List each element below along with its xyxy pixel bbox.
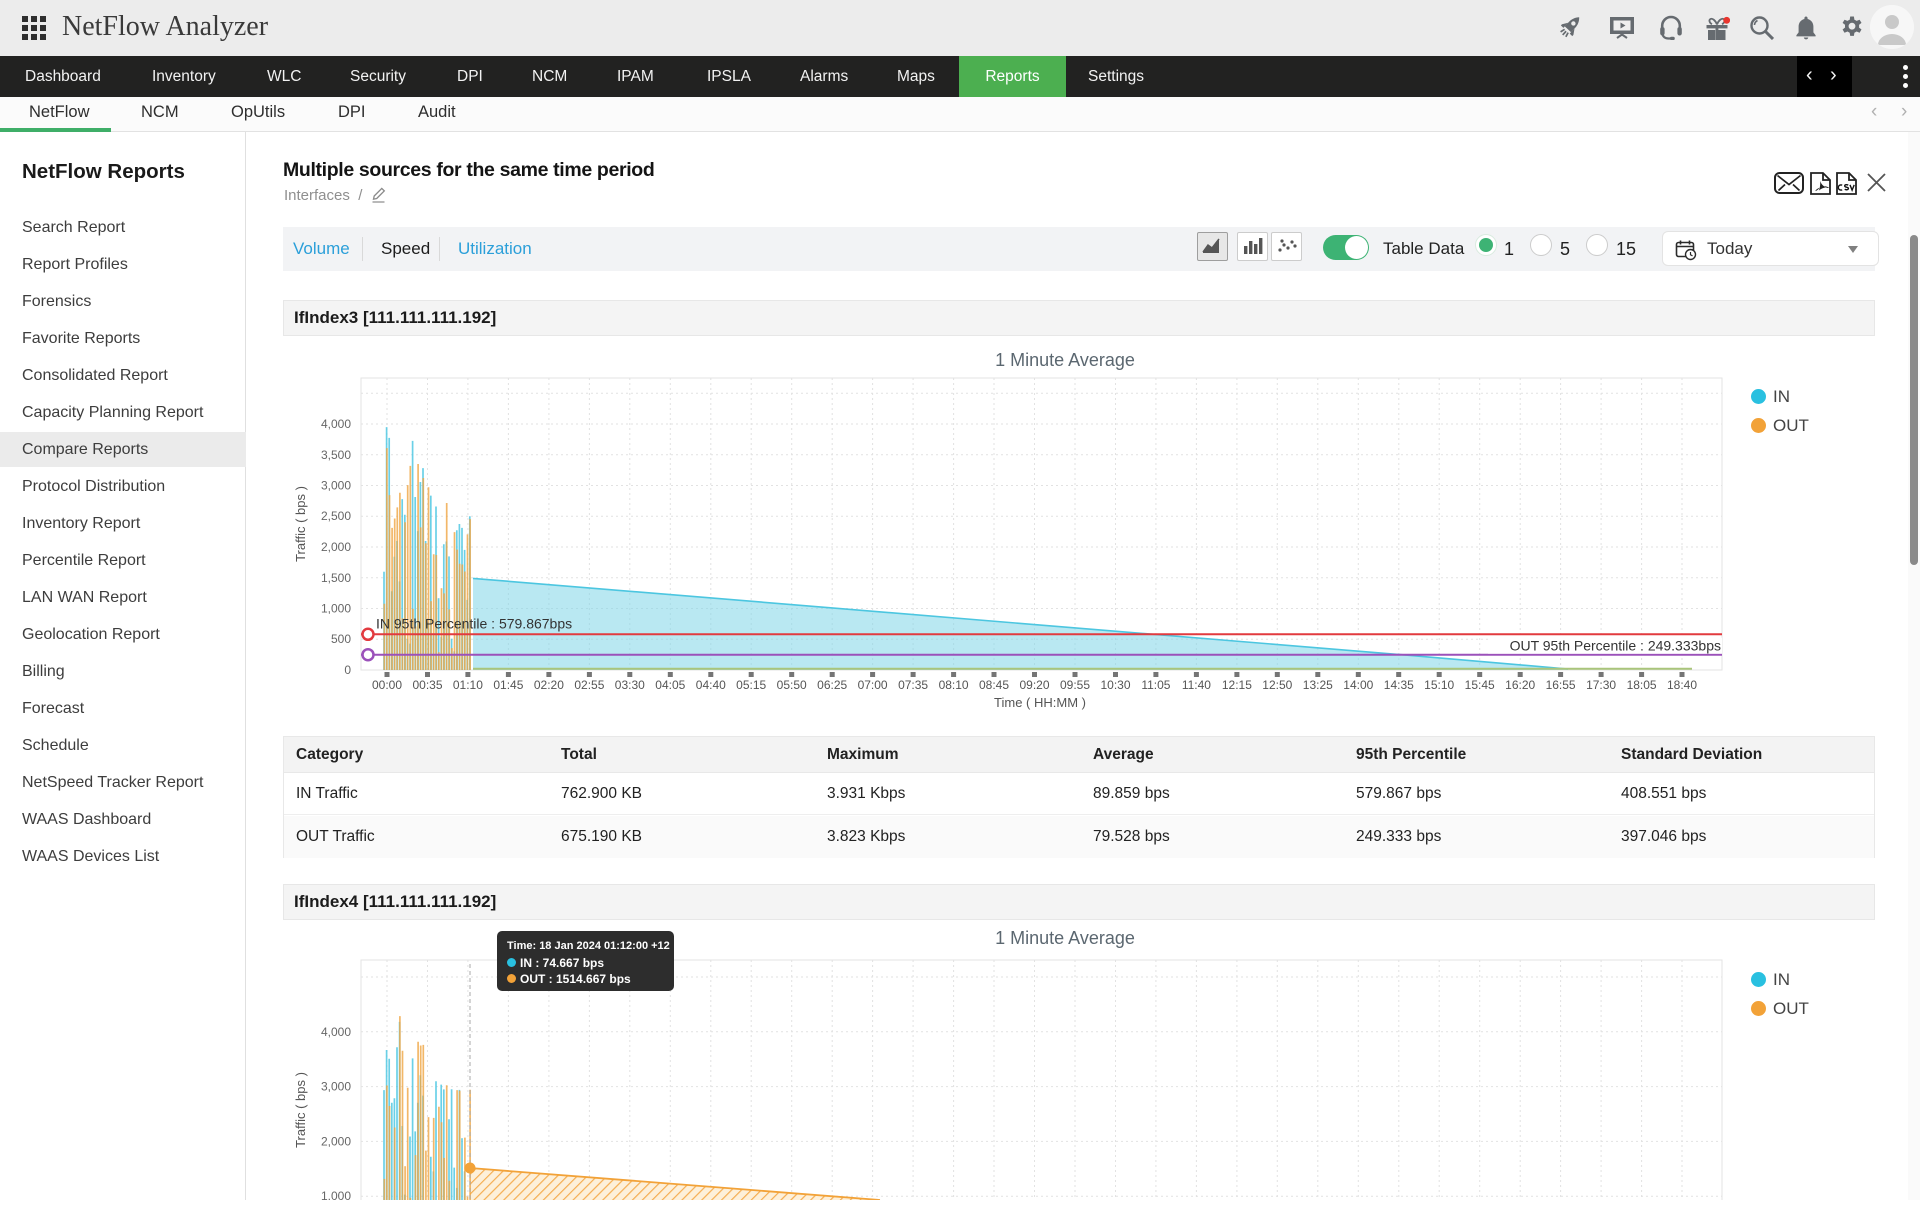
svg-text:16:20: 16:20	[1505, 678, 1535, 692]
svg-text:15:10: 15:10	[1424, 678, 1454, 692]
svg-text:17:30: 17:30	[1586, 678, 1616, 692]
svg-text:00:00: 00:00	[372, 678, 402, 692]
svg-text:15:45: 15:45	[1465, 678, 1495, 692]
svg-text:14:35: 14:35	[1384, 678, 1414, 692]
svg-text:07:35: 07:35	[898, 678, 928, 692]
svg-text:4,000: 4,000	[321, 417, 351, 431]
svg-text:09:55: 09:55	[1060, 678, 1090, 692]
svg-text:18:40: 18:40	[1667, 678, 1697, 692]
svg-text:2,000: 2,000	[321, 1134, 351, 1148]
svg-text:0: 0	[344, 663, 351, 677]
svg-text:01:10: 01:10	[453, 678, 483, 692]
svg-text:3,000: 3,000	[321, 1080, 351, 1094]
svg-text:13:25: 13:25	[1303, 678, 1333, 692]
svg-text:1,500: 1,500	[321, 571, 351, 585]
svg-text:05:15: 05:15	[736, 678, 766, 692]
svg-text:14:00: 14:00	[1343, 678, 1373, 692]
svg-text:00:35: 00:35	[412, 678, 442, 692]
svg-text:1 Minute Average: 1 Minute Average	[995, 928, 1135, 948]
svg-text:11:05: 11:05	[1141, 678, 1170, 692]
svg-text:Traffic ( bps ): Traffic ( bps )	[293, 486, 308, 562]
svg-text:08:10: 08:10	[939, 678, 969, 692]
svg-text:2,000: 2,000	[321, 540, 351, 554]
svg-text:02:55: 02:55	[574, 678, 604, 692]
svg-text:Traffic ( bps ): Traffic ( bps )	[293, 1072, 308, 1148]
svg-text:1 Minute Average: 1 Minute Average	[995, 350, 1135, 370]
svg-text:16:55: 16:55	[1546, 678, 1576, 692]
svg-text:3,500: 3,500	[321, 448, 351, 462]
svg-text:500: 500	[331, 632, 351, 646]
svg-text:10:30: 10:30	[1100, 678, 1130, 692]
svg-text:08:45: 08:45	[979, 678, 1009, 692]
svg-text:2,500: 2,500	[321, 509, 351, 523]
svg-text:06:25: 06:25	[817, 678, 847, 692]
svg-text:05:50: 05:50	[777, 678, 807, 692]
svg-text:12:15: 12:15	[1222, 678, 1252, 692]
svg-text:04:40: 04:40	[696, 678, 726, 692]
svg-text:07:00: 07:00	[858, 678, 888, 692]
svg-text:02:20: 02:20	[534, 678, 564, 692]
svg-text:1,000: 1,000	[321, 1189, 351, 1200]
svg-text:03:30: 03:30	[615, 678, 645, 692]
svg-text:4,000: 4,000	[321, 1025, 351, 1039]
svg-text:3,000: 3,000	[321, 479, 351, 493]
svg-text:OUT 95th Percentile : 249.333b: OUT 95th Percentile : 249.333bps	[1510, 638, 1721, 654]
svg-text:11:40: 11:40	[1182, 678, 1211, 692]
svg-text:12:50: 12:50	[1262, 678, 1292, 692]
svg-text:09:20: 09:20	[1019, 678, 1049, 692]
svg-text:IN 95th Percentile : 579.867bp: IN 95th Percentile : 579.867bps	[376, 615, 572, 631]
svg-text:Time ( HH:MM ): Time ( HH:MM )	[994, 695, 1086, 710]
svg-text:18:05: 18:05	[1627, 678, 1657, 692]
svg-text:1,000: 1,000	[321, 602, 351, 616]
svg-text:04:05: 04:05	[655, 678, 685, 692]
svg-text:01:45: 01:45	[493, 678, 523, 692]
